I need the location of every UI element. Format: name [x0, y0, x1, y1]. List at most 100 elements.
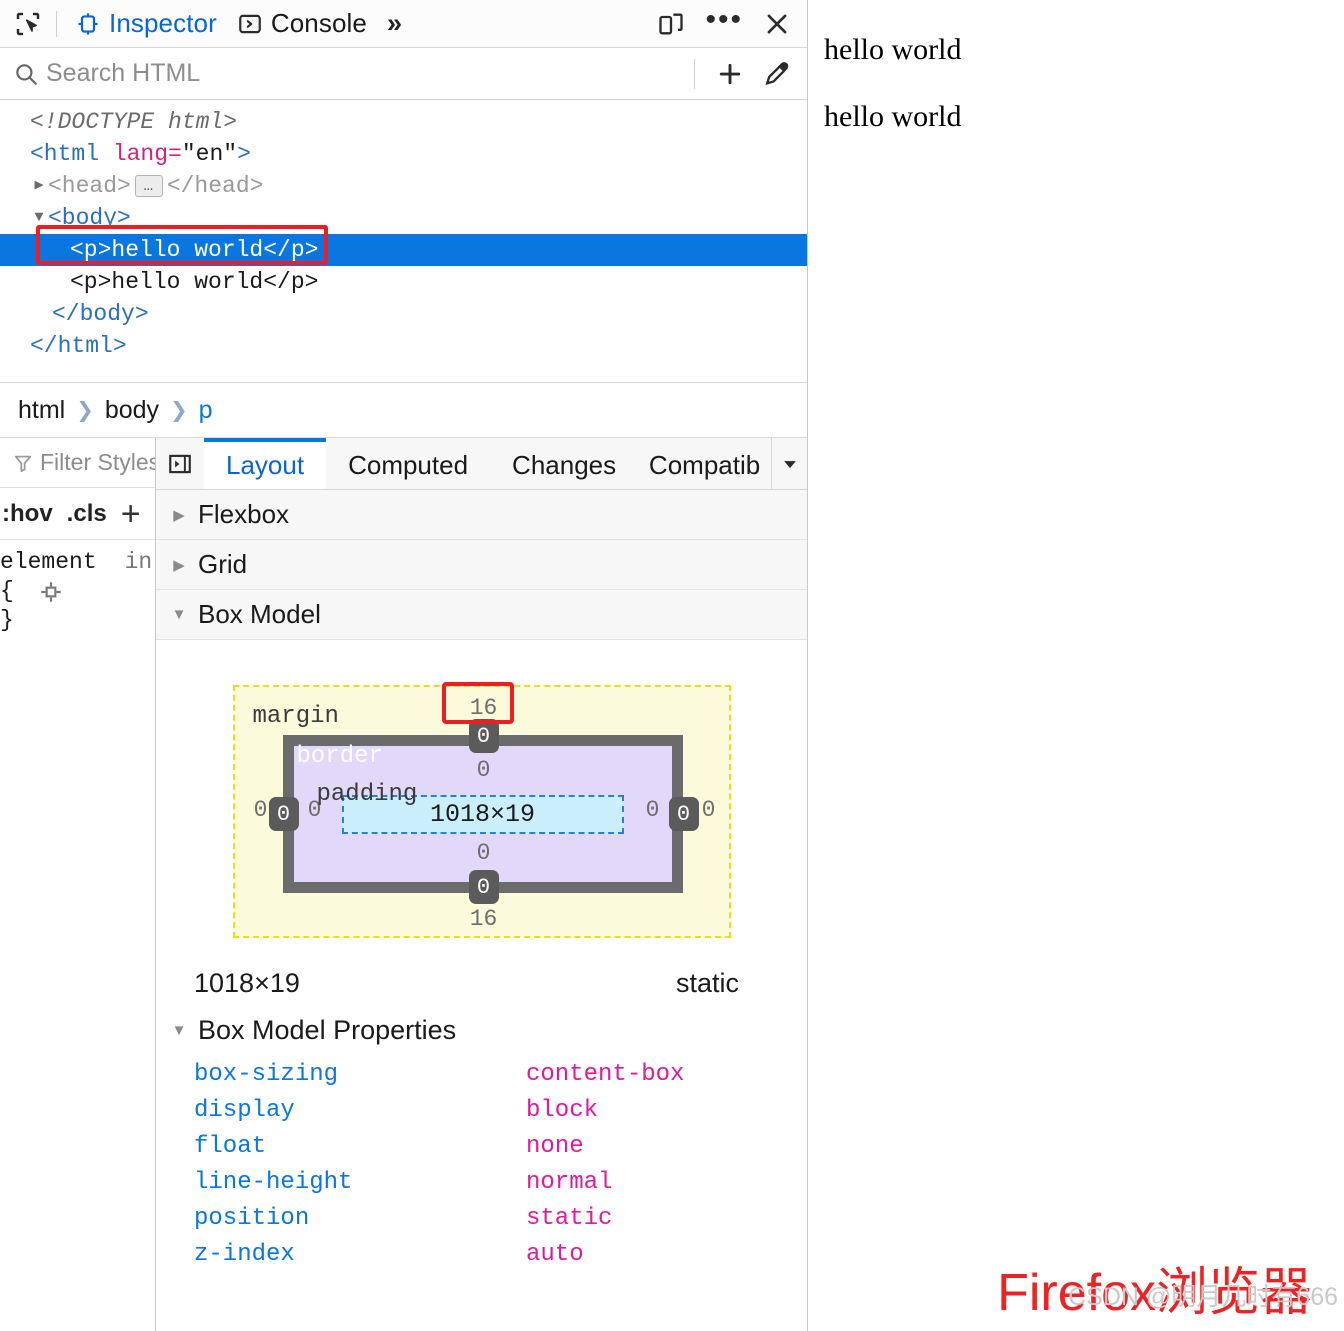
eyedropper-icon[interactable] [753, 54, 799, 94]
chevron-down-icon[interactable] [771, 438, 807, 489]
search-icon [10, 61, 42, 87]
web-page-content: hello world hello world Firefox浏览器 CSDN … [808, 0, 1344, 1331]
more-tools-button[interactable]: » [377, 10, 412, 37]
filter-styles-row[interactable]: Filter Styles [0, 438, 155, 488]
second-p-markup: <p>hello world</p> [70, 269, 319, 295]
section-flexbox[interactable]: ▶ Flexbox [156, 490, 807, 540]
tab-layout[interactable]: Layout [204, 438, 327, 489]
target-icon[interactable] [38, 579, 64, 605]
property-name: box-sizing [194, 1060, 339, 1088]
layout-body: ▶ Flexbox ▶ Grid ▼ Box Model margin 16 1… [156, 490, 807, 1331]
tab-changes-label: Changes [512, 450, 617, 480]
box-model-properties-list: box-sizing content-box display block flo… [156, 1052, 807, 1272]
tree-line-body-close[interactable]: </body> [0, 298, 807, 330]
tab-console-label: Console [270, 8, 367, 38]
border-top-value[interactable]: 0 [468, 719, 499, 753]
search-divider [694, 58, 695, 89]
tab-console[interactable]: Console [227, 2, 377, 46]
markup-tree: <!DOCTYPE html> <html lang = "en" > ▶ <head… [0, 100, 807, 383]
border-left-value[interactable]: 0 [268, 797, 299, 831]
rule-selector-row: element inl: [0, 548, 155, 577]
property-row: position static [194, 1200, 807, 1236]
inspector-crosshair-icon [75, 11, 101, 37]
devtools-meatball-menu[interactable]: ••• [695, 4, 753, 37]
expand-sidebar-icon[interactable] [156, 438, 204, 489]
devtools-panel: Inspector Console » ••• Search HTML <!DO… [0, 0, 808, 1331]
devtools-toolbar: Inspector Console » ••• [0, 0, 807, 48]
rule-source[interactable]: inl: [125, 548, 155, 577]
pseudo-class-toggle[interactable]: :hov [2, 500, 53, 528]
section-grid-label: Grid [198, 549, 248, 579]
chevron-right-icon[interactable]: ▶ [30, 170, 48, 202]
tab-compatibility[interactable]: Compatib [638, 438, 771, 489]
tab-compatibility-label: Compatib [648, 450, 761, 480]
rule-open-brace-row: { [0, 577, 155, 606]
padding-bottom-value[interactable]: 0 [469, 840, 499, 866]
margin-top-value[interactable]: 16 [469, 695, 499, 721]
padding-right-value[interactable]: 0 [641, 797, 665, 823]
devtools-lower-split: Filter Styles :hov .cls + element inl: { [0, 438, 807, 1331]
tab-changes[interactable]: Changes [490, 438, 639, 489]
breadcrumb-separator: ❯ [170, 398, 188, 422]
rules-sidebar: Filter Styles :hov .cls + element inl: { [0, 438, 156, 1331]
breadcrumb-item-p[interactable]: p [195, 396, 217, 425]
box-model-properties-header[interactable]: ▼ Box Model Properties [156, 999, 807, 1052]
head-tag-open: <head> [48, 173, 131, 199]
html-tag-close-line: </html> [30, 333, 127, 359]
section-flexbox-label: Flexbox [198, 499, 290, 529]
page-paragraph-2: hello world [824, 100, 962, 134]
section-box-model[interactable]: ▼ Box Model [156, 590, 807, 640]
tree-line-doctype[interactable]: <!DOCTYPE html> [0, 106, 807, 138]
tree-line-html-close[interactable]: </html> [0, 330, 807, 362]
body-tag-open: <body> [48, 205, 131, 231]
padding-top-value[interactable]: 0 [469, 757, 499, 783]
tree-line-second-p[interactable]: <p>hello world</p> [0, 266, 807, 298]
tree-line-selected-p[interactable]: <p>hello world</p> [0, 234, 807, 266]
console-prompt-icon [237, 11, 263, 37]
margin-right-value[interactable]: 0 [697, 797, 721, 823]
class-toggle[interactable]: .cls [67, 500, 107, 528]
property-value: normal [526, 1168, 613, 1196]
add-new-node-button[interactable] [707, 54, 753, 94]
html-attr-eq: = [168, 141, 182, 167]
chevron-down-icon[interactable]: ▼ [30, 202, 48, 234]
tree-line-head[interactable]: ▶ <head> … </head> [0, 170, 807, 202]
property-row: z-index auto [194, 1236, 807, 1272]
rule-brace-open: { [0, 578, 14, 604]
box-model-size: 1018×19 [194, 968, 300, 998]
html-tag-open: <html [30, 141, 113, 167]
watermark: CSDN @明月几时有666 [1068, 1283, 1338, 1311]
add-rule-button[interactable]: + [121, 497, 141, 531]
tab-computed-label: Computed [348, 450, 469, 480]
pick-element-icon[interactable] [8, 6, 48, 42]
tree-line-html-open[interactable]: <html lang = "en" > [0, 138, 807, 170]
rule-selector[interactable]: element [0, 548, 97, 577]
page-paragraph-1: hello world [824, 33, 962, 66]
section-box-model-label: Box Model [198, 599, 321, 629]
close-icon[interactable] [757, 6, 797, 42]
tree-line-body-open[interactable]: ▼ <body> [0, 202, 807, 234]
responsive-design-mode-icon[interactable] [651, 6, 691, 42]
breadcrumb-item-html[interactable]: html [14, 396, 69, 425]
property-value: none [526, 1132, 584, 1160]
chevron-right-icon: ▶ [173, 556, 185, 574]
content-size-label: 1018×19 [429, 799, 536, 829]
search-input[interactable]: Search HTML [42, 59, 682, 88]
box-model-diagram: margin 16 16 0 0 1018×19 border padding … [156, 640, 807, 938]
html-lang-attr: lang [112, 141, 169, 167]
box-model-margin-region[interactable]: margin 16 16 0 0 1018×19 border padding … [232, 685, 731, 938]
collapsed-children-badge[interactable]: … [134, 175, 163, 197]
section-grid[interactable]: ▶ Grid [156, 540, 807, 590]
border-right-value[interactable]: 0 [668, 797, 699, 831]
property-value: static [526, 1204, 613, 1232]
rules-toggle-row: :hov .cls + [0, 488, 155, 540]
border-bottom-value[interactable]: 0 [468, 870, 499, 904]
box-model-summary: 1018×19 static [156, 938, 807, 999]
tab-computed[interactable]: Computed [326, 438, 491, 489]
tab-inspector[interactable]: Inspector [65, 2, 227, 46]
selected-p-markup: <p>hello world</p> [70, 237, 319, 263]
filter-styles-input[interactable]: Filter Styles [40, 449, 155, 476]
margin-bottom-value[interactable]: 16 [469, 906, 499, 932]
breadcrumb-item-body[interactable]: body [101, 396, 163, 425]
search-bar: Search HTML [0, 48, 807, 100]
